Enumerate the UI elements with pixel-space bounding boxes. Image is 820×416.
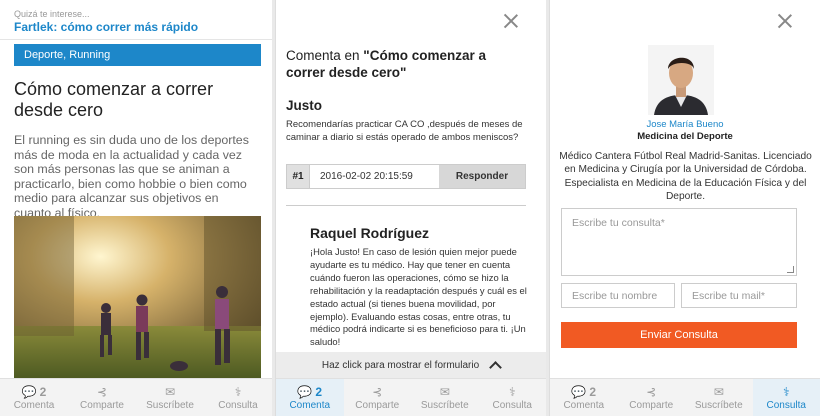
consulta-label: Consulta — [218, 400, 258, 411]
comment-icon: 💬 — [571, 385, 587, 399]
suggested-link[interactable]: Fartlek: cómo correr más rápido — [14, 20, 258, 34]
comenta-label: Comenta — [289, 400, 331, 411]
stethoscope-icon: ⚕ — [783, 385, 790, 399]
stethoscope-icon: ⚕ — [234, 385, 242, 399]
mail-icon: ✉ — [164, 385, 176, 399]
close-icon[interactable] — [504, 14, 518, 28]
suscribete-label: Suscríbete — [146, 400, 194, 411]
comparte-label: Comparte — [80, 400, 124, 411]
close-icon[interactable] — [778, 14, 792, 28]
reply-text: ¡Hola Justo! En caso de lesión quien mej… — [310, 246, 527, 348]
doctor-bio: Médico Cantera Fútbol Real Madrid-Sanita… — [559, 151, 812, 203]
article-intro: El running es sin duda uno de los deport… — [14, 133, 249, 220]
suggested-eyebrow: Quizá te interese... — [14, 9, 90, 19]
mail-icon: ✉ — [713, 385, 724, 399]
name-field[interactable]: Escribe tu nombre — [561, 283, 675, 308]
comenta-tab[interactable]: 💬 2 Comenta — [0, 379, 68, 416]
share-icon: ⊰ — [96, 385, 108, 399]
doctor-specialty: Medicina del Deporte — [637, 131, 733, 142]
comment-count: 2 — [39, 385, 47, 399]
article-title: Cómo comenzar a correr desde cero — [14, 79, 214, 120]
submit-consulta-button[interactable]: Enviar Consulta — [561, 322, 797, 348]
email-field[interactable]: Escribe tu mail* — [681, 283, 797, 308]
comments-panel: Comenta en "Cómo comenzar a correr desde… — [275, 0, 546, 416]
comparte-tab[interactable]: ⊰ Comparte — [344, 379, 412, 416]
action-bar: 💬 2 Comenta ⊰ Comparte ✉ Suscríbete ⚕ Con… — [0, 378, 272, 416]
article-hero-image — [14, 216, 261, 378]
action-bar: 💬 2 Comenta ⊰ Comparte ✉ Suscríbete ⚕ Con… — [550, 378, 820, 416]
consulta-textarea[interactable]: Escribe tu consulta* — [561, 208, 797, 276]
share-icon: ⊰ — [646, 385, 657, 399]
consulta-tab[interactable]: ⚕ Consulta — [204, 379, 272, 416]
comment-icon: 💬 — [297, 385, 313, 399]
comment-number: #1 — [287, 165, 310, 188]
comment-date: 2016-02-02 20:15:59 — [320, 171, 413, 182]
suscribete-tab[interactable]: ✉ Suscríbete — [411, 379, 479, 416]
comment-icon: 💬 — [21, 385, 37, 399]
doctor-avatar — [648, 45, 714, 115]
consulta-tab[interactable]: ⚕ Consulta — [479, 379, 547, 416]
share-icon: ⊰ — [372, 385, 383, 399]
action-bar: 💬 2 Comenta ⊰ Comparte ✉ Suscríbete ⚕ Con… — [276, 378, 546, 416]
comment-author: Justo — [286, 98, 323, 113]
comment-text: Recomendarías practicar CA CO ,después d… — [286, 119, 523, 143]
consulta-label: Consulta — [766, 400, 806, 411]
consulta-tab[interactable]: ⚕ Consulta — [752, 379, 820, 416]
suscribete-label: Suscríbete — [694, 400, 743, 411]
consulta-label: Consulta — [492, 400, 532, 411]
comment-count: 2 — [315, 385, 323, 399]
comenta-label: Comenta — [13, 400, 55, 411]
comparte-label: Comparte — [355, 400, 400, 411]
divider — [286, 205, 526, 206]
stethoscope-icon: ⚕ — [509, 385, 516, 399]
suggested-article[interactable]: Quizá te interese... Fartlek: cómo corre… — [0, 0, 272, 40]
comments-heading: Comenta en "Cómo comenzar a correr desde… — [286, 47, 526, 81]
show-form-toggle[interactable]: Haz click para mostrar el formulario — [276, 352, 546, 379]
comenta-label: Comenta — [563, 400, 605, 411]
heading-prefix: Comenta en — [286, 48, 364, 63]
suscribete-tab[interactable]: ✉ Suscríbete — [136, 379, 204, 416]
comment-meta-row: #1 2016-02-02 20:15:59 Responder — [286, 164, 526, 189]
suscribete-tab[interactable]: ✉ Suscríbete — [685, 379, 753, 416]
reply-author: Raquel Rodríguez — [310, 225, 430, 241]
mail-icon: ✉ — [439, 385, 450, 399]
consult-panel: Jose María Bueno Medicina del Deporte Mé… — [549, 0, 820, 416]
article-panel: Quizá te interese... Fartlek: cómo corre… — [0, 0, 272, 416]
comment-count: 2 — [589, 385, 597, 399]
suscribete-label: Suscríbete — [420, 400, 469, 411]
comenta-tab[interactable]: 💬 2 Comenta — [550, 379, 618, 416]
category-badge[interactable]: Deporte, Running — [14, 44, 261, 66]
comparte-tab[interactable]: ⊰ Comparte — [618, 379, 686, 416]
comparte-tab[interactable]: ⊰ Comparte — [68, 379, 136, 416]
chevron-up-icon — [489, 361, 502, 374]
comenta-tab[interactable]: 💬 2 Comenta — [276, 379, 344, 416]
show-form-label: Haz click para mostrar el formulario — [321, 360, 480, 371]
doctor-name[interactable]: Jose María Bueno — [550, 119, 820, 130]
reply-button[interactable]: Responder — [439, 165, 525, 188]
comparte-label: Comparte — [629, 400, 674, 411]
